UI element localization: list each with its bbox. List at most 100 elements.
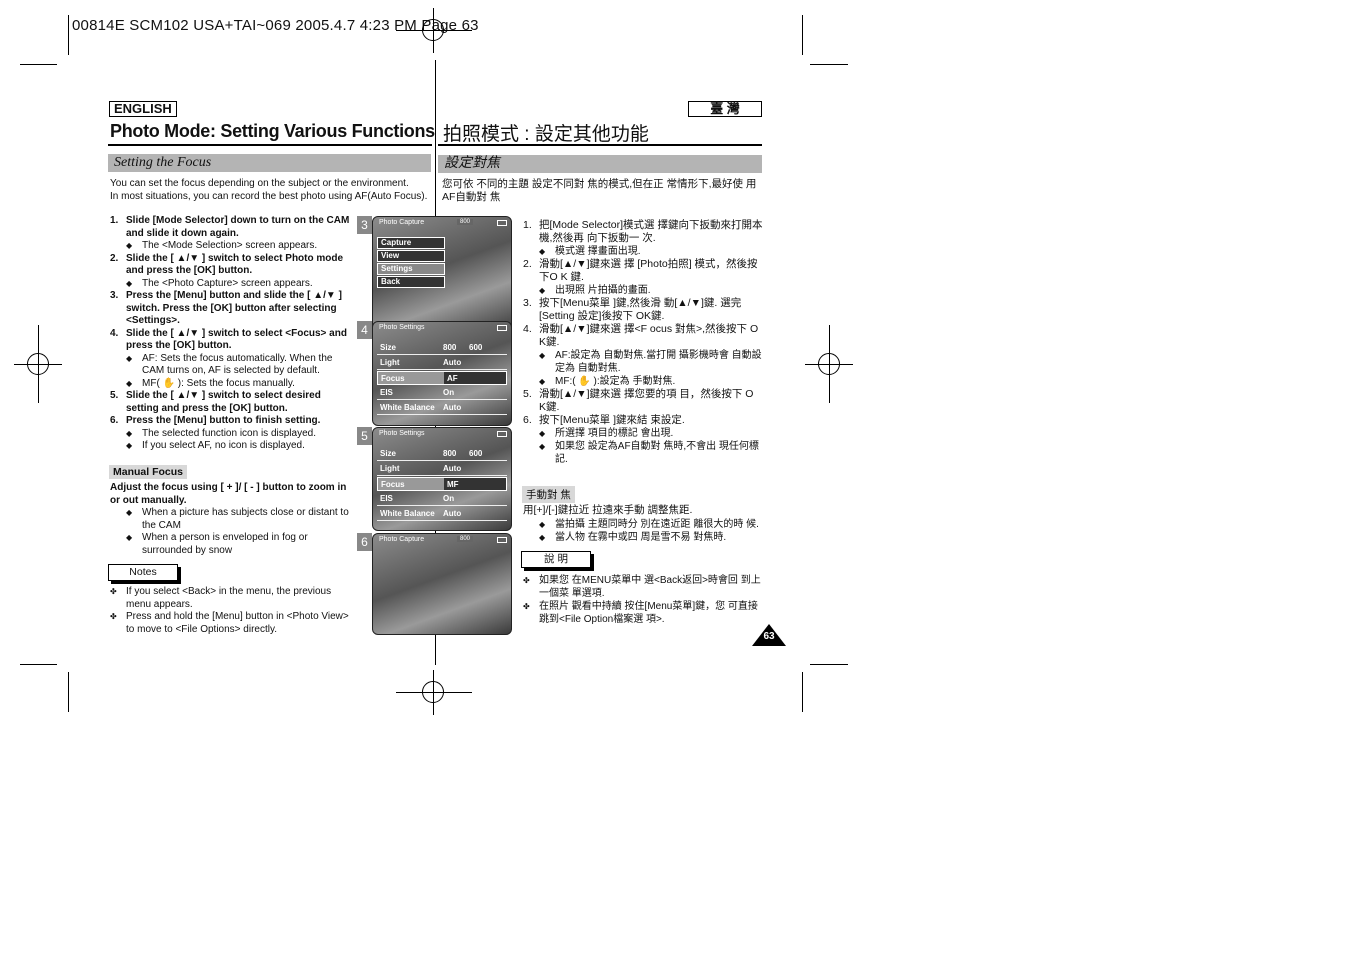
setting-value: Auto [443,358,462,367]
bullet-item: ◆ When a picture has subjects close or di… [126,507,349,531]
crop-mark [20,664,57,665]
bullet-icon: ◆ [126,533,133,542]
bullet-item: ◆ MF:( ✋ ):設定為 手動對焦. [539,376,676,387]
notes-label: Notes [108,564,178,581]
setting-row[interactable]: Light Auto [377,462,507,476]
page-title: Photo Mode: Setting Various Functions [110,121,435,141]
bullet-item: ✤ If you select <Back> in the menu, the p… [110,586,332,610]
bullet-item: ◆ 所選擇 項目的標記 會出現. [539,428,674,439]
setting-label: White Balance [380,403,435,412]
bullet-icon: ✤ [523,602,530,611]
bullet-icon: ◆ [539,533,546,542]
step-number: 5. [523,388,532,400]
step-text: 按下[Menu菜單 ]鍵,然後滑 動[▲/▼]鍵. 選完[Setting 設定]… [539,297,742,322]
setting-row[interactable]: Focus MF [377,477,507,491]
bullet-icon: ✤ [523,576,530,585]
resolution-badge: 800 [457,536,474,542]
step-item: 2. 滑動[▲/▼]鍵來選 擇 [Photo拍照] 模式，然後按下O K 鍵. [523,258,763,284]
crop-mark [20,64,57,65]
screen-title: Photo Settings [379,430,425,437]
screen-step-number: 5 [357,427,372,445]
setting-value: On [443,494,455,503]
crop-mark [810,64,848,65]
crop-mark [810,664,848,665]
menu-item-settings[interactable]: Settings [377,263,445,275]
screen-step-number: 6 [357,533,372,551]
screen-title: Photo Capture [379,219,425,226]
bullet-icon: ◆ [539,377,546,386]
crop-mark [802,672,803,712]
setting-row[interactable]: White Balance Auto [377,507,507,521]
manual-focus-text: Adjust the focus using [ + ]/ [ - ] butt… [110,482,347,506]
section-heading-zh: 設定對焦 [438,155,762,173]
setting-row[interactable]: Focus AF [377,371,507,385]
step-item: 3. 按下[Menu菜單 ]鍵,然後滑 動[▲/▼]鍵. 選完[Setting 設… [523,297,763,323]
battery-icon [497,220,507,226]
title-rule [108,144,432,146]
bullet-item: ◆ If you select AF, no icon is displayed. [126,440,305,451]
manual-focus-heading: Manual Focus [109,465,188,479]
screen-title: Photo Settings [379,324,425,331]
crop-mark [802,15,803,55]
bullet-item: ◆ MF( ✋ ): Sets the focus manually. [126,377,295,389]
step-item: 5. 滑動[▲/▼]鍵來選 擇您要的項 目，然後按下 O K鍵. [523,388,763,414]
camera-screen: Photo Capture 800 [372,533,512,635]
step-text: Slide the [ ▲/▼ ] switch to select Photo… [126,252,344,277]
menu-item-back[interactable]: Back [377,276,445,288]
step-text: Slide [Mode Selector] down to turn on th… [126,215,350,239]
menu-item-capture[interactable]: Capture [377,237,445,249]
setting-label: Light [380,464,400,473]
setting-row[interactable]: Size 800 600 [377,341,507,355]
manual-focus-heading-zh: 手動對 焦 [522,486,575,503]
notes-label-zh: 說 明 [521,551,591,568]
step-text: 滑動[▲/▼]鍵來選 擇 [Photo拍照] 模式，然後按下O K 鍵. [539,258,758,283]
menu-item-view[interactable]: View [377,250,445,262]
step-item: 1. Slide [Mode Selector] down to turn on … [110,215,350,240]
setting-row[interactable]: EIS On [377,492,507,506]
battery-icon [497,537,507,543]
bullet-item: ◆ AF: Sets the focus automatically. When … [126,352,333,377]
bullet-icon: ✤ [110,612,117,621]
manual-focus-text-zh: 用[+]/[-]鍵拉近 拉遠來手動 調整焦距. [523,504,693,516]
camera-screen: Photo Settings Size 800 600 Light Auto Focus AF… [372,321,512,426]
setting-row[interactable]: EIS On [377,386,507,400]
step-text: Press the [Menu] button and slide the [ … [126,290,342,326]
setting-label: EIS [380,494,393,503]
setting-row[interactable]: Size 800 600 [377,447,507,461]
step-text: 滑動[▲/▼]鍵來選 擇您要的項 目，然後按下 O K鍵. [539,388,754,413]
step-number: 5. [110,390,119,401]
crop-mark [68,672,69,712]
step-item: 4. 滑動[▲/▼]鍵來選 擇<F ocus 對焦>,然後按下 O K鍵. [523,323,763,349]
intro-zh: 您可依 不同的主題 設定不同對 焦的模式,但在正 常情形下,最好使 用AF自動對… [442,178,757,203]
setting-row[interactable]: Light Auto [377,356,507,370]
battery-icon [497,431,507,437]
step-number: 6. [523,414,532,426]
bullet-item: ✤ Press and hold the [Menu] button in <Ph… [110,611,349,635]
screen-title: Photo Capture [379,536,425,543]
setting-value-alt: 600 [469,343,483,352]
bullet-item: ✤ 在照片 觀看中持續 按住[Menu菜單]鍵，您 可直接跳到<File Opti… [523,601,758,625]
setting-value: 800 [443,343,457,352]
title-rule [438,144,762,146]
setting-row[interactable]: White Balance Auto [377,401,507,415]
setting-label: Focus [381,480,405,489]
language-label: ENGLISH [109,101,177,117]
bullet-icon: ◆ [539,520,546,529]
camera-screen: Photo Settings Size 800 600 Light Auto Focus MF… [372,427,512,531]
bullet-item: ◆ The <Mode Selection> screen appears. [126,240,318,251]
setting-label: Size [380,449,397,458]
bullet-icon: ◆ [539,286,546,295]
bullet-icon: ◆ [539,429,546,438]
bullet-icon: ◆ [539,351,546,360]
page-number: 63 [763,631,775,642]
section-heading: Setting the Focus [108,154,431,172]
step-text: 滑動[▲/▼]鍵來選 擇<F ocus 對焦>,然後按下 O K鍵. [539,323,759,348]
step-number: 1. [523,219,532,231]
bullet-icon: ✤ [110,587,117,596]
step-item: 5. Slide the [ ▲/▼ ] switch to select des… [110,390,350,415]
step-item: 6. Press the [Menu] button to finish sett… [110,415,350,428]
bullet-icon: ◆ [126,428,133,438]
bullet-item: ◆ When a person is enveloped in fog or su… [126,532,308,556]
bullet-item: ◆ 當人物 在霧中或四 周是雪不易 對焦時. [539,532,727,543]
resolution-badge: 800 [457,219,474,225]
